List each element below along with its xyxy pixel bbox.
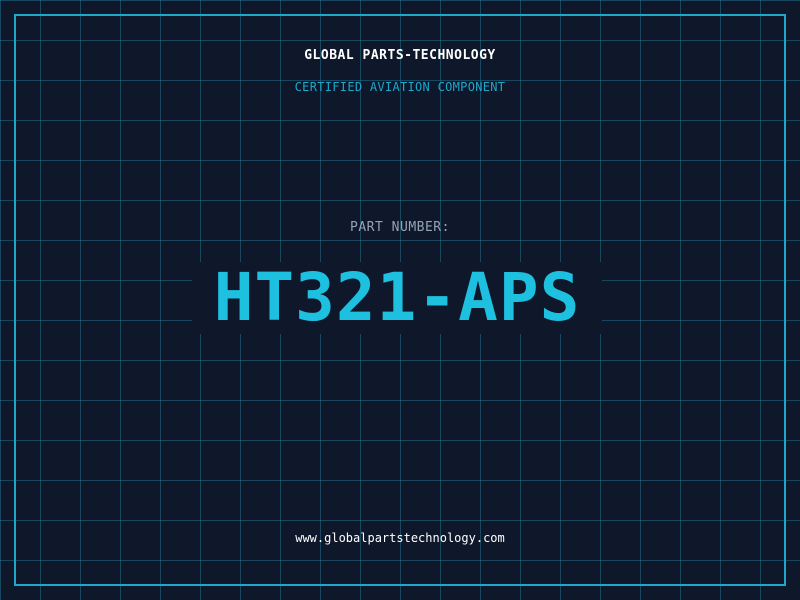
website-url: www.globalpartstechnology.com xyxy=(295,531,505,545)
part-number-label: PART NUMBER: xyxy=(350,220,450,235)
company-name: GLOBAL PARTS-TECHNOLOGY xyxy=(304,48,496,63)
part-number-value: HT321-APS xyxy=(213,259,581,336)
certification-subtitle: CERTIFIED AVIATION COMPONENT xyxy=(294,80,506,94)
part-number-panel: HT321-APS xyxy=(192,262,602,334)
